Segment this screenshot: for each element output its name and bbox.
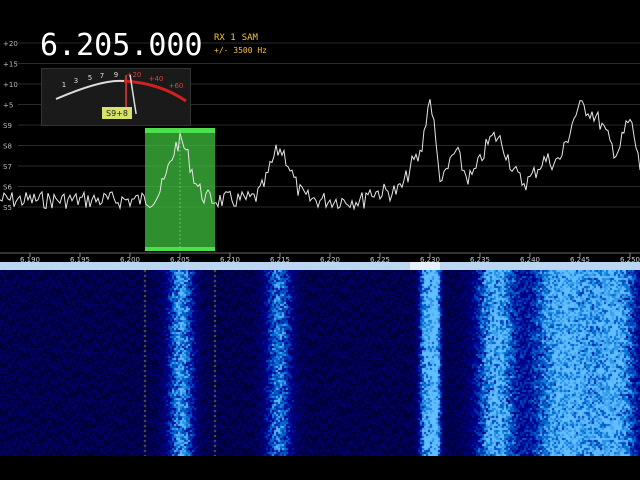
waterfall-canvas[interactable]	[0, 270, 640, 456]
s-meter-scale-label: 9	[114, 71, 118, 79]
s-meter-scale-label: 5	[88, 74, 92, 82]
bandwidth-label[interactable]: +/- 3500 Hz	[214, 46, 267, 55]
mode-label[interactable]: SAM	[242, 33, 258, 43]
s-meter-scale-label: 7	[100, 72, 104, 80]
frequency-readout[interactable]: 6.205.000	[40, 28, 203, 63]
bottom-bar	[0, 456, 640, 480]
level-scale-label: S8	[3, 143, 12, 151]
receiver-info: RX 1 SAM	[214, 33, 264, 43]
s-meter-scale-label: +20	[127, 71, 142, 79]
level-scale-label: S6	[3, 184, 12, 192]
waterfall-display[interactable]	[0, 270, 640, 456]
rx-label[interactable]: RX 1	[214, 33, 236, 43]
level-scale-label: +20	[3, 40, 18, 48]
spectrum-waterfall-divider[interactable]	[0, 262, 640, 270]
s-meter-dial: 1 3 5 7 9 +20 +40 +60 S9+8	[55, 71, 187, 119]
level-scale-label: +15	[3, 61, 18, 69]
level-scale-label: S9	[3, 122, 12, 130]
level-scale-label: S5	[3, 204, 12, 212]
level-scale-label: S7	[3, 163, 12, 171]
s-meter-reading: S9+8	[106, 109, 128, 118]
s-meter-scale-label: 3	[74, 77, 78, 85]
s-meter: 1 3 5 7 9 +20 +40 +60 S9+8	[41, 68, 191, 126]
s-meter-scale-label: +40	[149, 75, 164, 83]
level-scale-label: +5	[3, 102, 13, 110]
s-meter-scale-label: 1	[62, 81, 66, 89]
divider-handle[interactable]	[410, 262, 440, 270]
level-scale-label: +10	[3, 81, 18, 89]
s-meter-scale-label: +60	[169, 82, 184, 90]
